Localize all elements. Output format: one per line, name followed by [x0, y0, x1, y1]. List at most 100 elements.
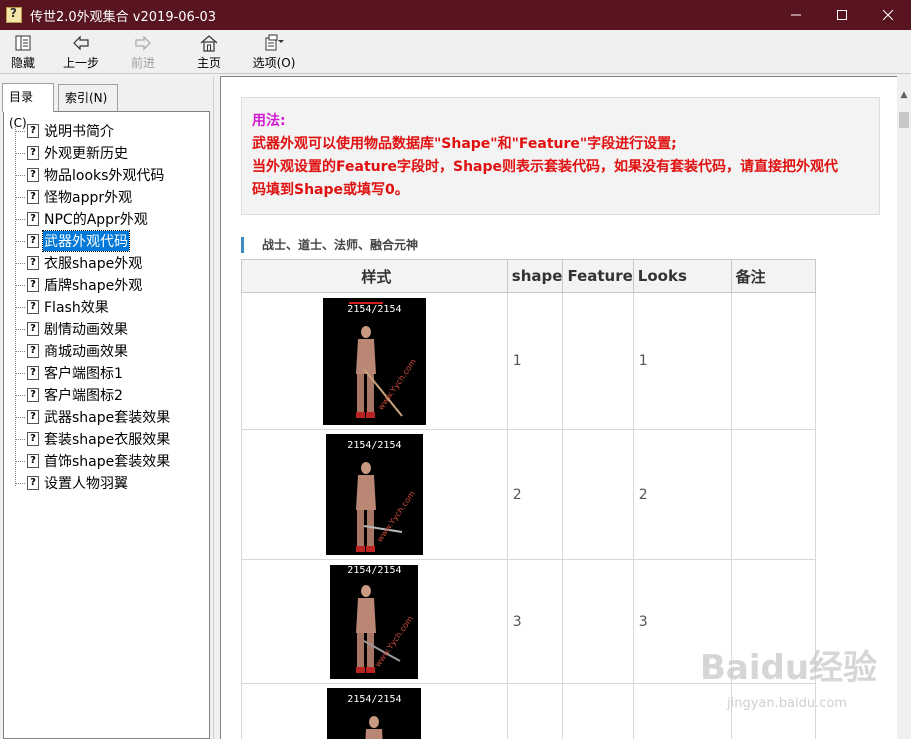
character-figure-icon	[365, 716, 383, 739]
help-page-icon: ?	[27, 366, 39, 380]
style-cell: 2154/2154 www.Yych.com	[241, 292, 508, 430]
toolbar: 隐藏 上一步 前进 主页 选项(O)	[0, 30, 911, 74]
nav-tabs: 目录(C) 索引(N)	[0, 83, 214, 130]
help-page-icon: ?	[27, 300, 39, 314]
minimize-icon	[791, 14, 801, 16]
weapon-preview-image: 2154/2154	[327, 688, 422, 739]
weapon-preview-image: 2154/2154 www.Yych.com	[325, 434, 423, 555]
usage-title: 用法:	[252, 113, 286, 129]
tree-item-npc-appr[interactable]: ? NPC的Appr外观	[15, 208, 149, 230]
col-header-style: 样式	[241, 259, 508, 293]
shape-cell: 1	[506, 292, 564, 430]
col-header-shape: shape	[506, 259, 564, 293]
tree-item-shop-anim[interactable]: ? 商城动画效果	[15, 340, 129, 362]
tree-item-clothes-shape[interactable]: ? 衣服shape外观	[15, 252, 143, 274]
scroll-up-icon[interactable]: ▲	[897, 88, 911, 102]
tree-item-monster-appr[interactable]: ? 怪物appr外观	[15, 186, 133, 208]
window-title: 传世2.0外观集合 v2019-06-03	[30, 9, 217, 25]
tree-item-story-anim[interactable]: ? 剧情动画效果	[15, 318, 129, 340]
tree-item-shield-shape[interactable]: ? 盾牌shape外观	[15, 274, 143, 296]
usage-note: 用法: 武器外观可以使用物品数据库"Shape"和"Feature"字段进行设置…	[241, 97, 880, 215]
looks-cell: 1	[632, 292, 732, 430]
tree-item-jewelry-set[interactable]: ? 首饰shape套装效果	[15, 450, 171, 472]
maximize-button[interactable]	[819, 0, 865, 30]
feature-cell	[562, 292, 634, 430]
hide-pane-icon	[12, 34, 34, 52]
help-app-icon	[6, 6, 22, 23]
shape-cell: 2	[506, 429, 564, 560]
contents-tree: ? 说明书简介 ? 外观更新历史 ? 物品looks外观代码 ? 怪物appr外观 ? N…	[3, 111, 210, 739]
note-cell	[730, 429, 817, 560]
table-row: 2154/2154 www.Yych.com 2 2	[241, 429, 817, 560]
tree-item-flash[interactable]: ? Flash效果	[15, 296, 110, 318]
tree-item-weapon-code[interactable]: ? 武器外观代码	[15, 230, 130, 252]
help-page-icon: ?	[27, 212, 39, 226]
feature-cell	[562, 683, 634, 739]
pane-splitter[interactable]	[213, 76, 219, 739]
back-button[interactable]: 上一步	[52, 30, 110, 74]
style-cell: 2154/2154 www.Yych.com	[241, 429, 508, 560]
tree-item-history[interactable]: ? 外观更新历史	[15, 142, 129, 164]
col-header-looks: Looks	[632, 259, 732, 293]
table-row: 2154/2154 www.Yych.com 1 1	[241, 292, 817, 430]
options-label: 选项(O)	[252, 56, 296, 70]
minimize-button[interactable]	[773, 0, 819, 30]
home-label: 主页	[196, 56, 221, 70]
help-page-icon: ?	[27, 344, 39, 358]
table-row: 2154/2154	[241, 683, 817, 739]
usage-line-3: 码填到Shape或填写0。	[252, 182, 409, 198]
looks-cell: 2	[632, 429, 732, 560]
hp-text: 2154/2154	[347, 694, 402, 705]
shape-cell: 3	[506, 559, 564, 684]
help-page-icon: ?	[27, 432, 39, 446]
home-icon	[198, 34, 220, 52]
tree-item-intro[interactable]: ? 说明书简介	[15, 120, 115, 142]
back-label: 上一步	[62, 56, 99, 70]
hp-text: 2154/2154	[347, 303, 402, 315]
tree-item-wings[interactable]: ? 设置人物羽翼	[15, 472, 129, 494]
section-title: 战士、道士、法师、融合元神	[241, 237, 418, 253]
note-cell	[730, 683, 817, 739]
help-page-icon: ?	[27, 234, 39, 248]
table-header-row: 样式 shape Feature Looks 备注	[241, 259, 817, 293]
help-page-icon: ?	[27, 256, 39, 270]
scroll-thumb[interactable]	[899, 112, 909, 128]
forward-arrow-icon	[132, 34, 154, 52]
help-page-icon: ?	[27, 278, 39, 292]
forward-button[interactable]: 前进	[114, 30, 172, 74]
content-scrollbar[interactable]: ▲	[897, 76, 911, 739]
baidu-watermark: Baidu经验	[700, 648, 878, 688]
weapon-preview-image: 2154/2154 www.Yych.com	[330, 564, 419, 679]
close-button[interactable]	[865, 0, 911, 30]
note-cell	[730, 292, 817, 430]
tree-item-weapon-set[interactable]: ? 武器shape套装效果	[15, 406, 171, 428]
options-icon	[263, 34, 285, 52]
tree-item-client-icon-1[interactable]: ? 客户端图标1	[15, 362, 124, 384]
help-page-icon: ?	[27, 168, 39, 182]
help-page-icon: ?	[27, 410, 39, 424]
help-page-icon: ?	[27, 476, 39, 490]
hp-text: 2154/2154	[347, 440, 402, 451]
hide-button[interactable]: 隐藏	[0, 30, 52, 74]
tree-item-looks[interactable]: ? 物品looks外观代码	[15, 164, 165, 186]
title-bar: 传世2.0外观集合 v2019-06-03	[0, 0, 911, 30]
options-button[interactable]: 选项(O)	[244, 30, 304, 74]
style-cell: 2154/2154	[241, 683, 508, 739]
home-button[interactable]: 主页	[180, 30, 238, 74]
window-controls	[773, 0, 911, 30]
feature-cell	[562, 429, 634, 560]
hp-text: 2154/2154	[347, 564, 402, 576]
usage-line-2: 当外观设置的Feature字段时，Shape则表示套装代码，如果没有套装代码，请…	[252, 159, 839, 175]
tree-item-set-clothes[interactable]: ? 套装shape衣服效果	[15, 428, 171, 450]
tab-contents[interactable]: 目录(C)	[2, 83, 54, 130]
help-page-icon: ?	[27, 146, 39, 160]
feature-cell	[562, 559, 634, 684]
tree-item-client-icon-2[interactable]: ? 客户端图标2	[15, 384, 124, 406]
baidu-watermark-url: jingyan.baidu.com	[727, 696, 847, 711]
weapon-preview-image: 2154/2154 www.Yych.com	[322, 297, 426, 425]
shape-cell	[506, 683, 564, 739]
col-header-feature: Feature	[562, 259, 634, 293]
tab-index[interactable]: 索引(N)	[58, 84, 118, 111]
help-page-icon: ?	[27, 454, 39, 468]
help-page-icon: ?	[27, 388, 39, 402]
